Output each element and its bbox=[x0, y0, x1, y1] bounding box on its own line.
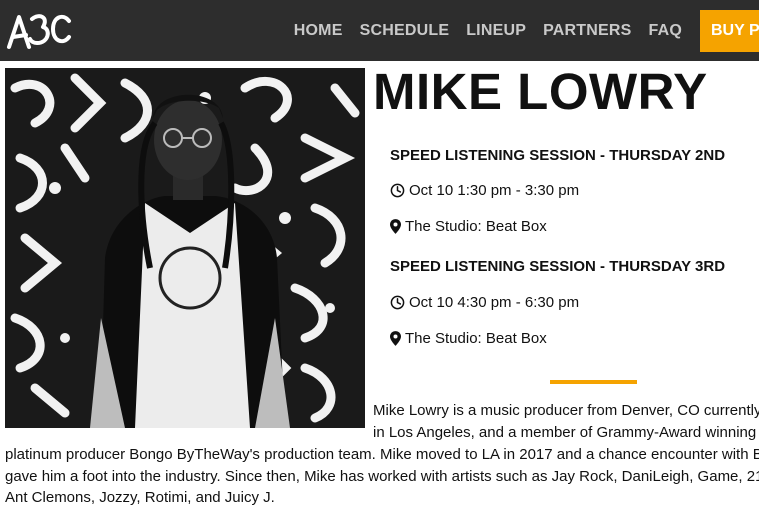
session-2-location: The Studio: Beat Box bbox=[390, 330, 547, 347]
buy-pass-button[interactable]: BUY P bbox=[700, 9, 759, 52]
section-divider bbox=[550, 380, 637, 384]
bio-line: platinum producer Bongo ByTheWay's produ… bbox=[5, 446, 759, 463]
artist-photo bbox=[5, 68, 365, 428]
bio-line: Mike Lowry is a music producer from Denv… bbox=[373, 402, 759, 419]
session-1-location-text: The Studio: Beat Box bbox=[405, 218, 547, 235]
session-1-time-text: Oct 10 1:30 pm - 3:30 pm bbox=[409, 182, 580, 199]
nav-partners[interactable]: PARTNERS bbox=[543, 22, 631, 40]
session-1-title: SPEED LISTENING SESSION - THURSDAY 2ND bbox=[390, 147, 726, 164]
session-1-location: The Studio: Beat Box bbox=[390, 218, 547, 235]
nav-faq[interactable]: FAQ bbox=[649, 22, 683, 40]
map-pin-icon bbox=[390, 219, 401, 234]
session-2-location-text: The Studio: Beat Box bbox=[405, 330, 547, 347]
bio-line: in Los Angeles, and a member of Grammy-A… bbox=[373, 424, 759, 441]
session-2-title: SPEED LISTENING SESSION - THURSDAY 3RD bbox=[390, 258, 726, 275]
nav-schedule[interactable]: SCHEDULE bbox=[360, 22, 450, 40]
session-2-time: Oct 10 4:30 pm - 6:30 pm bbox=[390, 294, 579, 311]
nav-lineup[interactable]: LINEUP bbox=[466, 22, 526, 40]
main-nav: HOME SCHEDULE LINEUP PARTNERS FAQ BUY P bbox=[294, 0, 759, 61]
bio-line: gave him a foot into the industry. Since… bbox=[5, 468, 759, 485]
clock-icon bbox=[390, 295, 405, 310]
session-2-time-text: Oct 10 4:30 pm - 6:30 pm bbox=[409, 294, 580, 311]
clock-icon bbox=[390, 183, 405, 198]
top-navbar: HOME SCHEDULE LINEUP PARTNERS FAQ BUY P bbox=[0, 0, 759, 61]
nav-home[interactable]: HOME bbox=[294, 22, 343, 40]
artist-name: MIKE LOWRY bbox=[373, 63, 708, 120]
a3c-logo[interactable] bbox=[5, 7, 73, 51]
map-pin-icon bbox=[390, 331, 401, 346]
session-1-time: Oct 10 1:30 pm - 3:30 pm bbox=[390, 182, 579, 199]
bio-line: Ant Clemons, Jozzy, Rotimi, and Juicy J. bbox=[5, 489, 275, 506]
